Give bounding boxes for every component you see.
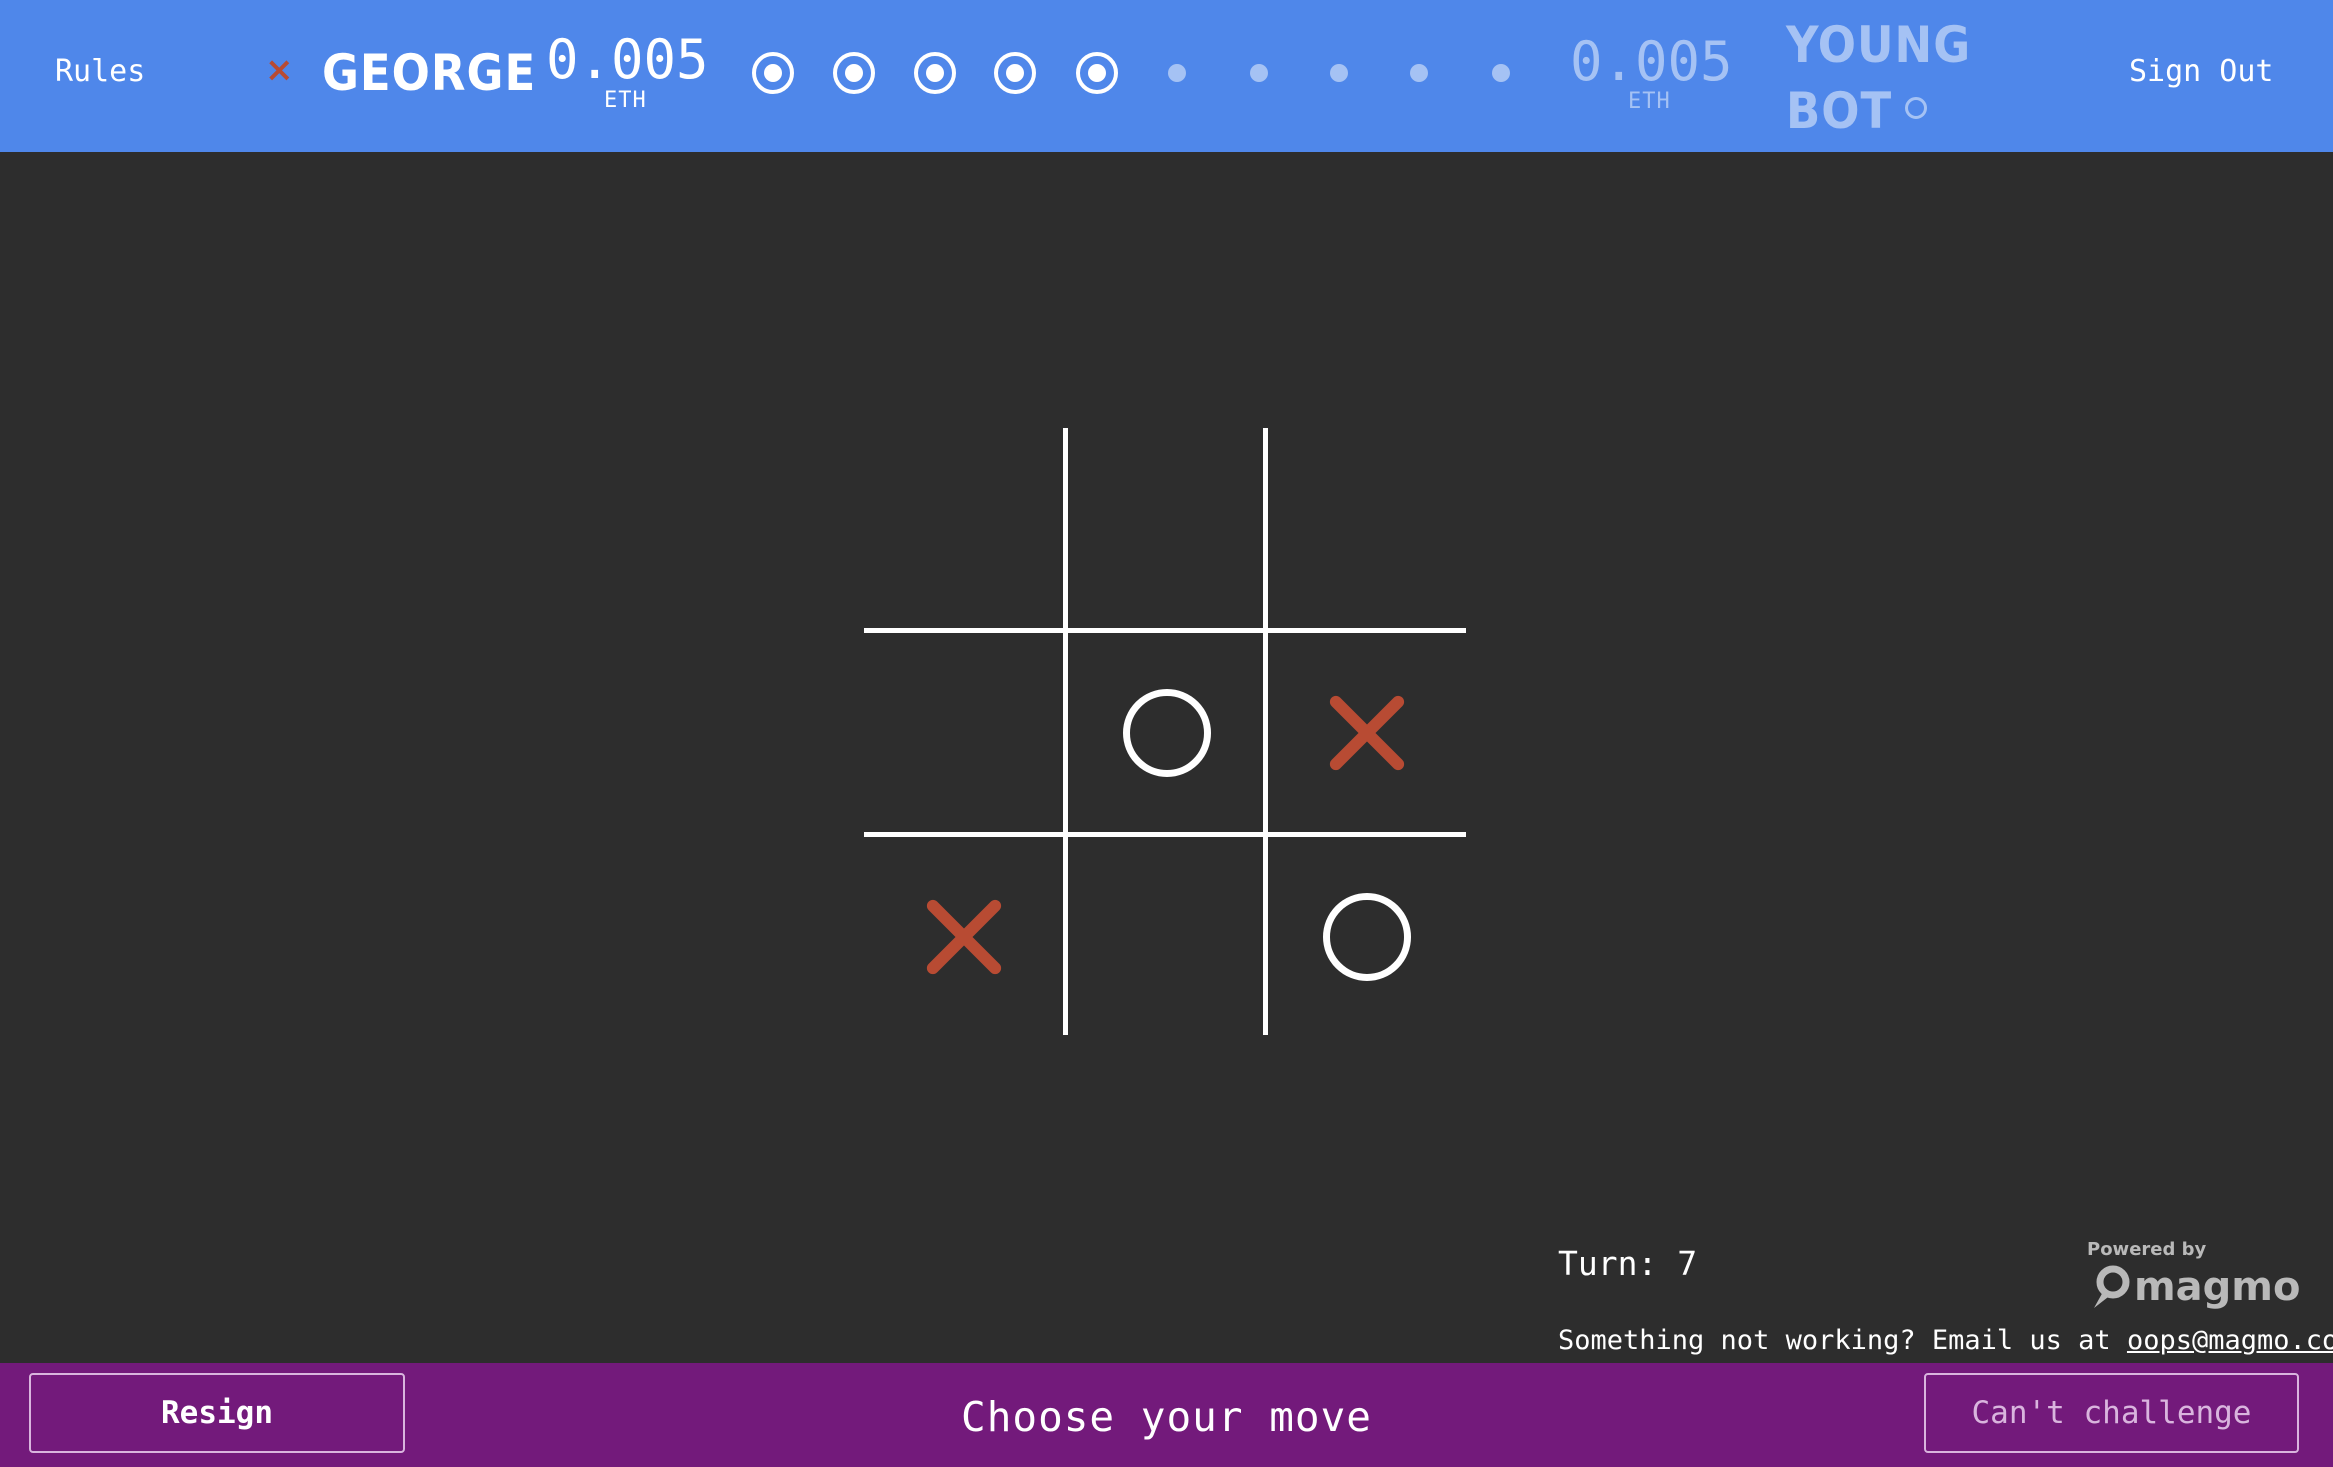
o-piece-icon (1323, 893, 1411, 981)
board-cell-r3c3[interactable] (1267, 837, 1467, 1037)
brand-name: magmo (2134, 1264, 2301, 1310)
help-text: Something not working? Email us at (1558, 1325, 2127, 1356)
player2-name-line1: YOUNG (1786, 16, 1972, 74)
player1-x-mark-icon: × (265, 50, 294, 90)
round-indicator-5 (1076, 52, 1118, 94)
round-indicator-4 (994, 52, 1036, 94)
x-piece-icon (1325, 691, 1409, 775)
round-indicator-3 (914, 52, 956, 94)
player2-stake-unit: ETH (1628, 89, 1671, 114)
round-indicator-2 (833, 52, 875, 94)
player2-name-line2: BOT (1786, 82, 1893, 140)
player1-name: GEORGE (322, 44, 537, 102)
board-cell-r3c2[interactable] (1067, 837, 1267, 1037)
round-indicator-6 (1168, 64, 1186, 82)
o-piece-icon (1123, 689, 1211, 777)
round-indicator-10 (1492, 64, 1510, 82)
help-message: Something not working? Email us at oops@… (1558, 1325, 2333, 1356)
board-cell-r2c3[interactable] (1267, 633, 1467, 833)
board-cell-r1c2[interactable] (1067, 428, 1267, 628)
powered-by-label: Powered by (2087, 1239, 2207, 1260)
round-indicator-9 (1410, 64, 1428, 82)
player2-name: YOUNG BOT (1786, 12, 1971, 144)
player1-stake: 0.005 (546, 28, 709, 91)
round-indicator-7 (1250, 64, 1268, 82)
player2-stake: 0.005 (1570, 30, 1733, 93)
game-board (864, 428, 1466, 1035)
round-indicator-8 (1330, 64, 1348, 82)
player2-o-mark-icon (1905, 97, 1927, 119)
turn-counter: Turn: 7 (1558, 1244, 1698, 1283)
x-piece-icon (922, 895, 1006, 979)
board-cell-r2c2[interactable] (1067, 633, 1267, 833)
top-bar: Rules × GEORGE 0.005 ETH 0.005 ETH YOUNG… (0, 0, 2333, 152)
rules-link[interactable]: Rules (55, 54, 145, 89)
help-email-link[interactable]: oops@magmo.com (2127, 1325, 2333, 1356)
player1-stake-unit: ETH (604, 88, 647, 113)
board-cell-r3c1[interactable] (864, 837, 1064, 1037)
board-cell-r1c3[interactable] (1267, 428, 1467, 628)
round-indicator-1 (752, 52, 794, 94)
bottom-bar: Resign Choose your move Can't challenge (0, 1363, 2333, 1467)
magmo-bolt-icon (2094, 1265, 2130, 1308)
magmo-logo[interactable]: magmo (2090, 1264, 2300, 1310)
sign-out-link[interactable]: Sign Out (2129, 54, 2274, 89)
board-cell-r2c1[interactable] (864, 633, 1064, 833)
board-cell-r1c1[interactable] (864, 428, 1064, 628)
challenge-button[interactable]: Can't challenge (1924, 1373, 2299, 1453)
